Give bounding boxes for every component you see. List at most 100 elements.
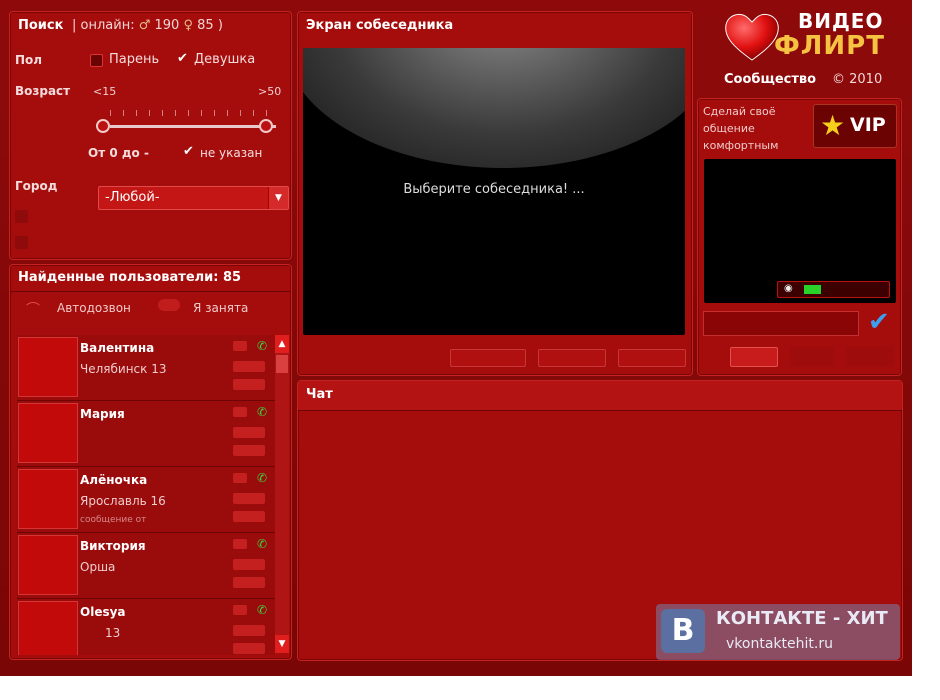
status-input[interactable] (703, 311, 859, 336)
user-note: сообщение от (80, 515, 147, 525)
scroll-thumb[interactable] (276, 355, 288, 373)
age-unspecified-checkbox[interactable] (182, 144, 195, 160)
list-item[interactable]: Валентина Челябинск 13 ✆ (17, 335, 275, 401)
message-icon[interactable] (233, 473, 247, 483)
vip-button-label: VIP (850, 114, 886, 136)
call-icon[interactable]: ✆ (257, 537, 271, 551)
vip-panel: Сделай своё общение комфортным ★ VIP ◉ ✔ (697, 98, 902, 376)
microphone-icon: ◉ (784, 283, 793, 294)
chat-header (298, 381, 902, 411)
gift-button[interactable] (233, 511, 265, 522)
call-icon[interactable]: ✆ (257, 339, 271, 353)
divider (10, 291, 291, 292)
partner-video-panel: Экран собеседника Выберите собеседника! … (297, 11, 693, 376)
busy-label[interactable]: Я занята (193, 301, 248, 315)
call-icon[interactable]: ✆ (257, 471, 271, 485)
chevron-down-icon[interactable]: ▼ (268, 187, 288, 209)
list-item[interactable]: Мария ✆ (17, 401, 275, 467)
message-icon[interactable] (233, 605, 247, 615)
profile-button[interactable] (233, 493, 265, 504)
call-icon[interactable]: ✆ (257, 603, 271, 617)
gift-icon[interactable] (730, 347, 778, 367)
call-icon[interactable]: ✆ (257, 405, 271, 419)
list-item[interactable]: Olesya 13 ✆ (17, 599, 275, 655)
vip-promo-text: Сделай своё общение комфортным (703, 105, 779, 152)
gender-male-checkbox[interactable] (90, 54, 103, 67)
list-item[interactable]: Алёночка Ярославль 16 сообщение от ✆ (17, 467, 275, 533)
scroll-down-icon[interactable]: ▼ (275, 635, 289, 653)
avatar[interactable] (18, 403, 78, 463)
gender-label: Пол (15, 53, 43, 67)
star-icon: ★ (820, 109, 846, 142)
autodial-icon[interactable]: ⌒ (26, 299, 40, 319)
message-icon[interactable] (233, 407, 247, 417)
heart-icon (725, 14, 779, 61)
user-controls: ✆ (233, 535, 273, 597)
avatar[interactable] (18, 535, 78, 595)
age-slider-max-handle[interactable] (259, 119, 273, 133)
user-city: Челябинск 13 (80, 362, 167, 376)
profile-button[interactable] (233, 427, 265, 438)
checkmark-icon[interactable]: ✔ (868, 309, 890, 335)
community-link[interactable]: Сообщество (724, 72, 816, 87)
male-icon: ♂ (138, 18, 151, 33)
users-panel: Найденные пользователи: 85 ⌒ Автодозвон … (9, 264, 292, 660)
watermark-url: vkontaktehit.ru (726, 636, 833, 652)
gender-female-checkbox[interactable] (176, 51, 189, 67)
user-list-scrollbar[interactable]: ▲ ▼ (275, 335, 289, 653)
user-city: 13 (105, 626, 121, 640)
profile-button[interactable] (233, 361, 265, 372)
message-icon[interactable] (233, 341, 247, 351)
copyright-year: © 2010 (832, 72, 883, 87)
mic-level-meter: ◉ (777, 281, 890, 298)
online-male-count: 190 (154, 18, 180, 33)
age-slider-track[interactable] (110, 125, 276, 128)
age-min-label: <15 (93, 85, 117, 98)
list-item[interactable]: Виктория Орша ✆ (17, 533, 275, 599)
user-name: Виктория (80, 539, 146, 553)
gift-button[interactable] (233, 577, 265, 588)
user-name: Алёночка (80, 473, 148, 487)
users-title: Найденные пользователи: 85 (18, 270, 242, 285)
extra-option-checkbox-1[interactable] (15, 210, 28, 223)
age-slider-min-handle[interactable] (96, 119, 110, 133)
city-label: Город (15, 179, 58, 193)
user-name: Валентина (80, 341, 155, 355)
avatar[interactable] (18, 469, 78, 529)
female-icon: ♀ (183, 18, 194, 33)
extra-option-checkbox-2[interactable] (15, 236, 28, 249)
user-name: Olesya (80, 605, 126, 619)
age-unspecified-label[interactable]: не указан (200, 146, 262, 160)
smile-icon[interactable] (790, 347, 834, 367)
profile-button[interactable] (233, 625, 265, 636)
avatar[interactable] (18, 601, 78, 655)
video-button-1[interactable] (450, 349, 526, 367)
user-controls: ✆ (233, 337, 273, 399)
city-select-value: -Любой- (105, 190, 160, 205)
search-panel: Поиск | онлайн: ♂ 190 ♀ 85 ) Пол Парень … (9, 11, 292, 260)
settings-icon[interactable] (846, 347, 894, 367)
busy-icon[interactable] (158, 299, 180, 311)
gender-female-label[interactable]: Девушка (194, 52, 255, 67)
gender-male-label[interactable]: Парень (109, 52, 159, 67)
avatar[interactable] (18, 337, 78, 397)
video-button-2[interactable] (538, 349, 606, 367)
city-select[interactable]: -Любой- ▼ (98, 186, 289, 210)
gift-button[interactable] (233, 379, 265, 390)
video-button-3[interactable] (618, 349, 686, 367)
vk-logo-icon: В (661, 609, 705, 653)
scroll-up-icon[interactable]: ▲ (275, 335, 289, 353)
user-list: Валентина Челябинск 13 ✆ Мария ✆ Алёночк… (17, 335, 275, 655)
autodial-label[interactable]: Автодозвон (57, 301, 131, 315)
gift-button[interactable] (233, 445, 265, 456)
message-icon[interactable] (233, 539, 247, 549)
vip-button[interactable]: ★ VIP (813, 104, 897, 148)
age-max-label: >50 (258, 85, 282, 98)
online-label: онлайн: (80, 18, 135, 33)
user-controls: ✆ (233, 403, 273, 465)
logo-line-1: ВИДЕО (798, 9, 884, 33)
profile-button[interactable] (233, 559, 265, 570)
gift-button[interactable] (233, 643, 265, 654)
logo: ВИДЕО ФЛИРТ (720, 8, 900, 68)
user-city: Орша (80, 560, 116, 574)
